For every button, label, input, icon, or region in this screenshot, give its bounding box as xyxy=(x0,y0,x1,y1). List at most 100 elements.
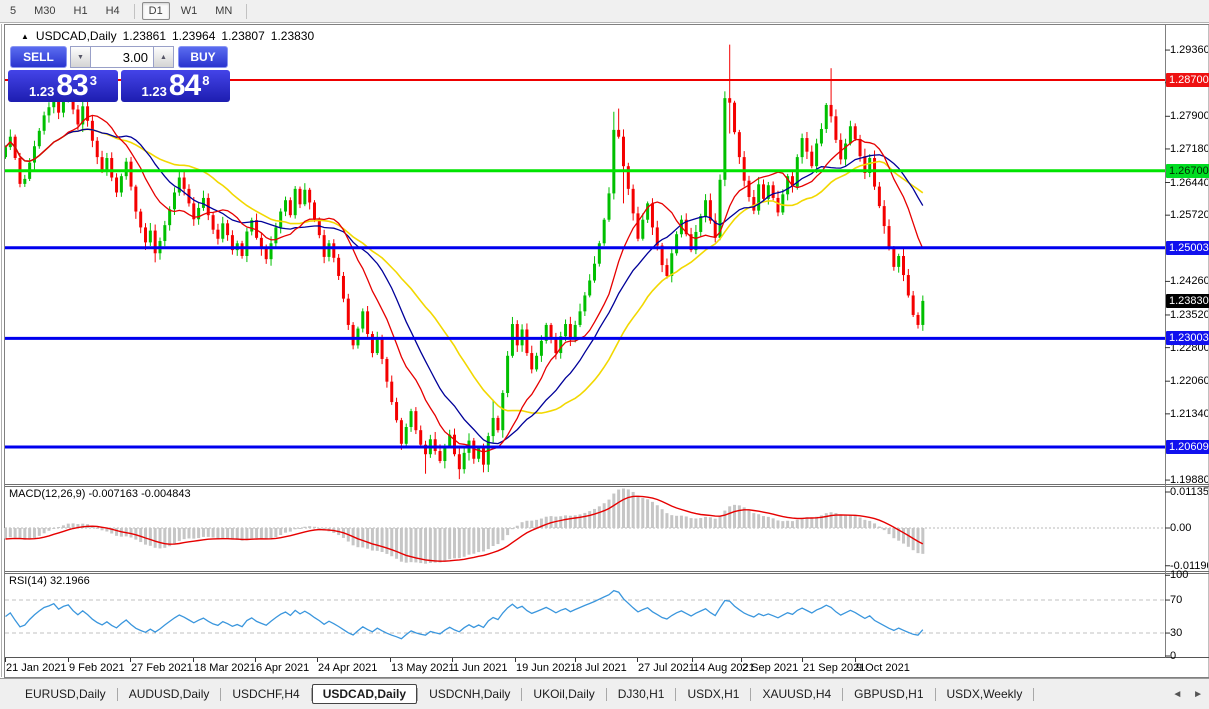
macd-histogram-bar xyxy=(197,528,200,538)
macd-histogram-bar xyxy=(738,505,741,528)
macd-histogram-bar xyxy=(101,528,104,530)
ohlc-low: 1.23807 xyxy=(221,29,264,43)
date-axis-label: 2 Sep 2021 xyxy=(742,662,798,674)
volume-input[interactable]: 3.00 xyxy=(91,46,153,68)
rsi-line xyxy=(6,591,923,639)
macd-histogram-bar xyxy=(57,527,60,528)
macd-histogram-bar xyxy=(902,528,905,544)
macd-histogram-bar xyxy=(115,528,118,536)
chart-tab-ukoil-daily[interactable]: UKOil,Daily xyxy=(522,684,605,704)
chart-tab-dj30-h1[interactable]: DJ30,H1 xyxy=(607,684,676,704)
macd-histogram-bar xyxy=(67,524,70,528)
macd-histogram-bar xyxy=(400,528,403,562)
macd-histogram-bar xyxy=(603,503,606,528)
volume-increase-button[interactable]: ▲ xyxy=(153,46,174,68)
volume-decrease-button[interactable]: ▼ xyxy=(70,46,91,68)
chart-tab-usdcad-daily[interactable]: USDCAD,Daily xyxy=(312,684,417,704)
buy-price-display[interactable]: 1.23 84 8 xyxy=(121,70,230,102)
macd-histogram-bar xyxy=(270,528,273,538)
macd-histogram-bar xyxy=(646,499,649,528)
chart-tab-audusd-daily[interactable]: AUDUSD,Daily xyxy=(118,684,221,704)
price-axis-label: 1.24260 xyxy=(1170,275,1208,287)
rsi-axis-label: 100 xyxy=(1170,569,1208,581)
price-axis-label: 1.25720 xyxy=(1170,209,1208,221)
chart-tab-usdchf-h4[interactable]: USDCHF,H4 xyxy=(221,684,310,704)
macd-histogram-bar xyxy=(487,528,490,549)
macd-histogram-bar xyxy=(390,528,393,556)
macd-histogram-bar xyxy=(192,528,195,539)
macd-histogram-bar xyxy=(516,526,519,528)
chart-tab-xauusd-h4[interactable]: XAUUSD,H4 xyxy=(751,684,842,704)
rsi-axis-label: 0 xyxy=(1170,650,1208,662)
macd-histogram-bar xyxy=(226,528,229,539)
date-axis-label: 9 Oct 2021 xyxy=(856,662,910,674)
macd-histogram-bar xyxy=(366,528,369,549)
macd-histogram-bar xyxy=(419,528,422,563)
macd-histogram-bar xyxy=(139,528,142,542)
macd-histogram-bar xyxy=(439,528,442,563)
macd-histogram-bar xyxy=(173,528,176,544)
macd-histogram-bar xyxy=(9,528,12,537)
macd-histogram-bar xyxy=(728,506,731,528)
price-level-badge: 1.23003 xyxy=(1166,331,1209,345)
macd-histogram-bar xyxy=(661,509,664,528)
tab-scroll-right-icon[interactable]: ► xyxy=(1193,689,1203,700)
chart-canvas[interactable] xyxy=(0,0,1209,709)
macd-histogram-bar xyxy=(859,518,862,528)
chart-tab-usdx-h1[interactable]: USDX,H1 xyxy=(676,684,750,704)
macd-histogram-bar xyxy=(636,496,639,528)
price-level-badge: 1.25003 xyxy=(1166,241,1209,255)
buy-price-point: 8 xyxy=(202,73,209,88)
date-axis-label: 19 Jun 2021 xyxy=(516,662,577,674)
sell-button[interactable]: SELL xyxy=(10,46,67,68)
macd-histogram-bar xyxy=(854,516,857,528)
macd-histogram-bar xyxy=(245,528,248,540)
macd-histogram-bar xyxy=(318,528,321,529)
collapse-panel-icon[interactable]: ▲ xyxy=(21,32,29,41)
macd-histogram-bar xyxy=(786,521,789,528)
macd-histogram-bar xyxy=(265,528,268,539)
macd-indicator-label: MACD(12,26,9) -0.007163 -0.004843 xyxy=(9,488,191,500)
macd-histogram-bar xyxy=(33,528,36,538)
price-level-badge: 1.26700 xyxy=(1166,164,1209,178)
date-axis-label: 18 Mar 2021 xyxy=(194,662,256,674)
chart-tab-usdx-weekly[interactable]: USDX,Weekly xyxy=(936,684,1034,704)
date-axis-label: 21 Jan 2021 xyxy=(6,662,67,674)
macd-histogram-bar xyxy=(47,528,50,531)
macd-histogram-bar xyxy=(279,528,282,535)
macd-histogram-bar xyxy=(250,528,253,538)
macd-histogram-bar xyxy=(781,521,784,528)
rsi-indicator-label: RSI(14) 32.1966 xyxy=(9,575,90,587)
macd-histogram-bar xyxy=(405,528,408,563)
price-level-badge: 1.20609 xyxy=(1166,440,1209,454)
macd-axis-label: 0.01135 xyxy=(1170,486,1208,498)
macd-histogram-bar xyxy=(158,528,161,548)
date-axis-label: 8 Jul 2021 xyxy=(576,662,627,674)
macd-histogram-bar xyxy=(670,515,673,528)
buy-button[interactable]: BUY xyxy=(178,46,228,68)
macd-histogram-bar xyxy=(559,516,562,528)
sell-price-point: 3 xyxy=(90,73,97,88)
macd-histogram-bar xyxy=(482,528,485,551)
date-axis-label: 9 Feb 2021 xyxy=(69,662,125,674)
macd-histogram-bar xyxy=(598,506,601,528)
macd-histogram-bar xyxy=(714,519,717,528)
macd-histogram-bar xyxy=(492,528,495,546)
chart-tab-eurusd-daily[interactable]: EURUSD,Daily xyxy=(14,684,117,704)
tab-scroll-left-icon[interactable]: ◄ xyxy=(1172,689,1182,700)
macd-histogram-bar xyxy=(260,528,263,538)
chart-tab-gbpusd-h1[interactable]: GBPUSD,H1 xyxy=(843,684,934,704)
macd-histogram-bar xyxy=(236,528,239,540)
macd-histogram-bar xyxy=(207,528,210,537)
chart-tab-usdcnh-daily[interactable]: USDCNH,Daily xyxy=(418,684,521,704)
macd-histogram-bar xyxy=(690,518,693,528)
macd-histogram-bar xyxy=(521,522,524,528)
macd-histogram-bar xyxy=(868,521,871,528)
macd-histogram-bar xyxy=(284,528,287,533)
macd-histogram-bar xyxy=(429,528,432,563)
macd-histogram-bar xyxy=(772,518,775,528)
macd-histogram-bar xyxy=(183,528,186,539)
macd-histogram-bar xyxy=(651,502,654,528)
macd-histogram-bar xyxy=(564,515,567,528)
sell-price-display[interactable]: 1.23 83 3 xyxy=(8,70,118,102)
